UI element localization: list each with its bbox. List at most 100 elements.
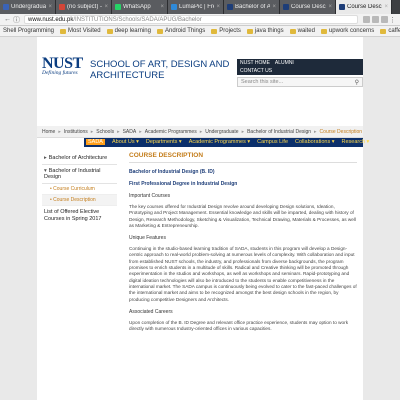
tab-favicon-icon [283, 4, 289, 10]
alumni-link[interactable]: ALUMNI [275, 60, 294, 66]
tab-label: (no subject) - n [67, 4, 103, 10]
folder-icon [60, 28, 67, 34]
tab-label: Course Descrip [347, 4, 382, 10]
close-icon[interactable]: × [160, 4, 164, 10]
breadcrumb-item[interactable]: Schools [96, 129, 114, 135]
search-placeholder: Search this site... [241, 79, 284, 85]
sidebar-item-label: Bachelor of Architecture [48, 155, 108, 161]
close-icon[interactable]: × [384, 4, 388, 10]
breadcrumb-separator-icon: ▸ [314, 128, 317, 135]
info-icon[interactable]: ⓘ [12, 15, 21, 25]
nav-item[interactable]: Collaborations ▾ [295, 139, 334, 145]
breadcrumb-separator-icon: ▸ [117, 128, 120, 135]
close-icon[interactable]: × [328, 4, 332, 10]
menu-icon[interactable]: ⋮ [388, 16, 397, 24]
breadcrumb-item[interactable]: Undergraduate [205, 129, 238, 135]
browser-tab[interactable]: LumaPic | Free× [168, 0, 224, 14]
url-path: /INSTITUTIONS/Schools/SADA/APUG/Bachelor [73, 17, 202, 23]
sidebar-item-electives[interactable]: List of Offered Elective Courses in Spri… [42, 206, 117, 226]
section-heading: Unique Features [129, 235, 166, 242]
tab-favicon-icon [59, 4, 65, 10]
folder-icon [156, 28, 163, 34]
close-icon[interactable]: × [216, 4, 220, 10]
degree-title: Bachelor of Industrial Design (B. ID) [129, 169, 215, 175]
sidebar-subitem-curriculum[interactable]: • Course Curriculum [42, 184, 117, 195]
bookmark-item[interactable]: waited [289, 28, 315, 34]
bookmark-item[interactable]: Most Visited [60, 28, 101, 34]
tab-favicon-icon [115, 4, 121, 10]
close-icon[interactable]: × [48, 4, 52, 10]
back-icon[interactable]: ← [3, 16, 12, 23]
breadcrumb-item: Course Description [319, 128, 363, 135]
tab-label: WhatsApp [123, 4, 151, 10]
bookmark-label: java things [254, 28, 284, 34]
nust-home-link[interactable]: NUST HOME [240, 60, 270, 66]
page-title: COURSE DESCRIPTION [129, 152, 357, 163]
browser-tab[interactable]: Course Descrip× [336, 0, 392, 14]
bookmark-item[interactable]: Android Things [156, 28, 205, 34]
nav-item[interactable]: About Us ▾ [112, 139, 139, 145]
close-icon[interactable]: × [104, 4, 108, 10]
page-viewport: NUST Defining futures SCHOOL OF ART, DES… [0, 37, 400, 400]
nav-item[interactable]: Research ▾ [341, 139, 369, 145]
browser-tab[interactable]: (no subject) - n× [56, 0, 112, 14]
breadcrumb-item[interactable]: Academic Programmes [145, 129, 197, 135]
bookmark-item[interactable]: java things [246, 28, 284, 34]
breadcrumb-item[interactable]: SADA [123, 129, 137, 135]
url-input[interactable]: www.nust.edu.pk/INSTITUTIONS/Schools/SAD… [24, 15, 358, 24]
bookmark-label: caffe [388, 28, 400, 34]
degree-subtitle: First Professional Degree in Industrial … [129, 181, 238, 187]
breadcrumb-separator-icon: ▸ [241, 128, 245, 135]
tab-label: Course Descrip [291, 4, 326, 10]
browser-tab[interactable]: Course Descrip× [280, 0, 336, 14]
nav-item[interactable]: SADA [86, 139, 105, 145]
breadcrumb-item[interactable]: Institutions [64, 129, 88, 135]
sidebar-item-industrial-design[interactable]: ▾ Bachelor of Industrial Design [42, 165, 117, 184]
breadcrumb-item[interactable]: Home [42, 129, 55, 135]
contact-us-link[interactable]: CONTACT US [237, 67, 363, 75]
bookmark-item[interactable]: caffe [380, 28, 400, 34]
nav-item[interactable]: Departments ▾ [146, 139, 182, 145]
site-search-input[interactable]: Search this site... ⚲ [237, 77, 363, 87]
section-text: Continuing in the studio-based learning … [129, 246, 357, 302]
folder-icon [289, 28, 296, 34]
tab-favicon-icon [171, 4, 177, 10]
sidebar-subitem-description[interactable]: • Course Description [42, 195, 117, 206]
browser-tab[interactable]: Undergraduate× [0, 0, 56, 14]
breadcrumb-item[interactable]: Bachelor of Industrial Design [247, 129, 311, 135]
section-heading: Associated Careers [129, 308, 173, 315]
bookmark-label: upwork concerns [328, 28, 375, 34]
search-icon[interactable]: ⚲ [355, 79, 359, 86]
sidebar-item-architecture[interactable]: ▸ Bachelor of Architecture [42, 152, 117, 165]
tab-label: LumaPic | Free [179, 4, 214, 10]
bookmark-item[interactable]: Projects [211, 28, 241, 34]
tab-label: Bachelor of Ar [235, 4, 271, 10]
breadcrumb-separator-icon: ▸ [58, 128, 61, 135]
bookmark-label: Projects [219, 28, 241, 34]
tab-label: Undergraduate [11, 4, 47, 10]
sidebar: ▸ Bachelor of Architecture ▾ Bachelor of I… [42, 152, 117, 226]
section-heading: Important Courses [129, 193, 171, 199]
nav-item[interactable]: Campus Life [257, 139, 288, 145]
breadcrumb-separator-icon: ▸ [90, 128, 94, 135]
logo-text: NUST [42, 55, 83, 72]
breadcrumb: Home ▸ Institutions ▸ Schools ▸ SADA ▸ Academic … [37, 126, 363, 138]
bookmark-item[interactable]: deep learning [106, 28, 151, 34]
close-icon[interactable]: × [272, 4, 276, 10]
site-header: NUST Defining futures SCHOOL OF ART, DES… [37, 37, 363, 93]
quick-links: NUST HOME ALUMNI [237, 59, 363, 67]
extension-icon[interactable] [372, 16, 379, 23]
browser-tab[interactable]: Bachelor of Ar × [224, 0, 280, 14]
nust-logo[interactable]: NUST Defining futures [42, 55, 84, 77]
bookmark-item[interactable]: upwork concerns [320, 28, 375, 34]
browser-tab[interactable]: WhatsApp × [112, 0, 168, 14]
section-text: Upon completion of the B. ID Degree and … [129, 319, 349, 332]
nav-item[interactable]: Academic Programmes ▾ [189, 139, 250, 145]
sidebar-subitem-label: Course Curriculum [53, 186, 95, 192]
tab-favicon-icon [3, 4, 9, 10]
folder-icon [246, 28, 253, 34]
extension-icon[interactable] [381, 16, 388, 23]
bookmark-item[interactable]: Shell Programming [3, 28, 54, 34]
bookmark-label: deep learning [114, 28, 151, 34]
extension-icon[interactable] [363, 16, 370, 23]
